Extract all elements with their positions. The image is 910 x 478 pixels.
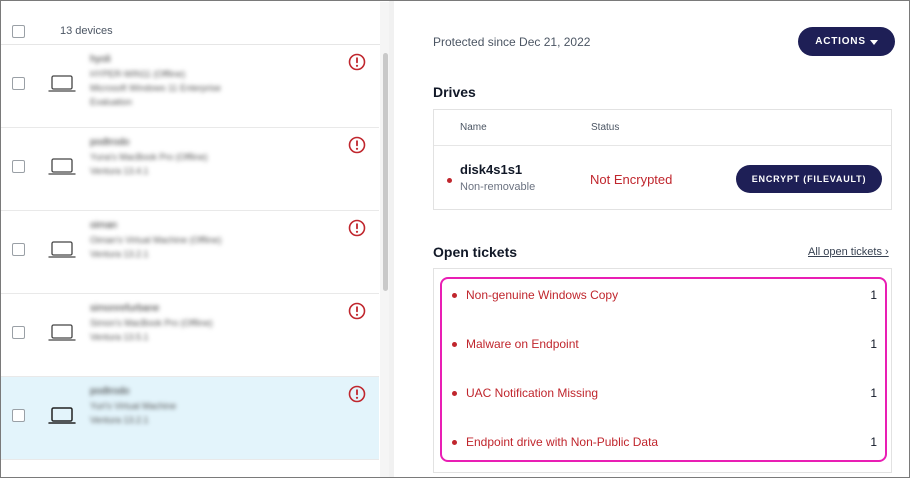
drives-col-status: Status: [591, 122, 620, 133]
alert-circle-icon[interactable]: [348, 302, 366, 320]
ticket-item[interactable]: UAC Notification Missing 1: [452, 384, 877, 404]
device-line1: HYPER-WIN11 (Offline): [90, 69, 186, 79]
alert-circle-icon[interactable]: [348, 53, 366, 71]
device-row[interactable]: podtrodo Yuna's MacBook Pro (Offline) Ve…: [1, 128, 379, 211]
device-row-checkbox[interactable]: [12, 326, 25, 339]
ticket-count: 1: [870, 288, 877, 302]
drive-type: Non-removable: [460, 181, 536, 193]
device-line2: Microsoft Windows 11 Enterprise: [90, 83, 221, 93]
device-name: podtrodo: [90, 386, 130, 397]
ticket-status-dot: [452, 293, 457, 298]
device-row-text: hyoli HYPER-WIN11 (Offline) Microsoft Wi…: [90, 53, 300, 109]
device-row-text: oiman Oiman's Virtual Machine (Offline) …: [90, 219, 300, 261]
ticket-status-dot: [452, 440, 457, 445]
device-row[interactable]: simonrefurbane Simon's MacBook Pro (Offl…: [1, 294, 379, 377]
device-name: podtrodo: [90, 137, 130, 148]
device-row[interactable]: oiman Oiman's Virtual Machine (Offline) …: [1, 211, 379, 294]
device-line2: Ventura 13.5.1: [90, 332, 149, 342]
ticket-label[interactable]: Malware on Endpoint: [466, 337, 579, 351]
device-list-header: 13 devices: [1, 1, 389, 45]
device-row[interactable]: hyoli HYPER-WIN11 (Offline) Microsoft Wi…: [1, 45, 379, 128]
ticket-count: 1: [870, 386, 877, 400]
encrypt-filevault-button[interactable]: ENCRYPT (FILEVAULT): [736, 165, 882, 193]
device-list-panel: 13 devices hyoli HYPER-WIN11 (Offline) M…: [1, 1, 389, 477]
drives-table: Name Status disk4s1s1 Non-removable Not …: [433, 109, 892, 210]
select-all-checkbox[interactable]: [12, 25, 25, 38]
device-line2: Ventura 13.4.1: [90, 166, 149, 176]
ticket-item[interactable]: Malware on Endpoint 1: [452, 335, 877, 355]
device-name: simonrefurbane: [90, 303, 160, 314]
device-row-text: podtrodo Yuri's Virtual Machine Ventura …: [90, 385, 300, 427]
ticket-label[interactable]: UAC Notification Missing: [466, 386, 598, 400]
alert-circle-icon[interactable]: [348, 385, 366, 403]
device-detail-panel: Protected since Dec 21, 2022 ACTIONS Dri…: [394, 1, 909, 477]
ticket-status-dot: [452, 391, 457, 396]
device-row-checkbox[interactable]: [12, 160, 25, 173]
caret-down-icon: [869, 39, 878, 45]
device-count: 13 devices: [60, 25, 113, 37]
device-line2: Ventura 13.2.1: [90, 249, 149, 259]
ticket-count: 1: [870, 337, 877, 351]
device-line2: Ventura 13.2.1: [90, 415, 149, 425]
device-name: hyoli: [90, 54, 111, 65]
all-open-tickets-link[interactable]: All open tickets ›: [808, 246, 889, 258]
actions-button-label: ACTIONS: [815, 36, 866, 47]
ticket-item[interactable]: Endpoint drive with Non-Public Data 1: [452, 433, 877, 453]
laptop-icon: [48, 407, 76, 424]
actions-button[interactable]: ACTIONS: [798, 27, 895, 56]
device-line1: Oiman's Virtual Machine (Offline): [90, 235, 222, 245]
drive-status-dot: [447, 178, 452, 183]
device-row-selected[interactable]: podtrodo Yuri's Virtual Machine Ventura …: [1, 377, 379, 460]
device-row-text: podtrodo Yuna's MacBook Pro (Offline) Ve…: [90, 136, 300, 178]
ticket-count: 1: [870, 435, 877, 449]
device-row-checkbox[interactable]: [12, 77, 25, 90]
ticket-label[interactable]: Endpoint drive with Non-Public Data: [466, 435, 658, 449]
laptop-icon: [48, 241, 76, 258]
device-row-text: simonrefurbane Simon's MacBook Pro (Offl…: [90, 302, 300, 344]
ticket-item[interactable]: Non-genuine Windows Copy 1: [452, 286, 877, 306]
laptop-icon: [48, 158, 76, 175]
laptop-icon: [48, 75, 76, 92]
device-line1: Simon's MacBook Pro (Offline): [90, 318, 213, 328]
device-line1: Yuri's Virtual Machine: [90, 401, 177, 411]
laptop-icon: [48, 324, 76, 341]
device-row-checkbox[interactable]: [12, 243, 25, 256]
ticket-status-dot: [452, 342, 457, 347]
drive-encryption-status: Not Encrypted: [590, 172, 673, 187]
alert-circle-icon[interactable]: [348, 136, 366, 154]
alert-circle-icon[interactable]: [348, 219, 366, 237]
drives-title: Drives: [433, 84, 476, 100]
device-line3: Evaluation: [90, 97, 133, 107]
drives-table-header: Name Status: [434, 110, 891, 146]
drives-col-name: Name: [460, 122, 487, 133]
open-tickets-title: Open tickets: [433, 244, 518, 260]
device-line1: Yuna's MacBook Pro (Offline): [90, 152, 208, 162]
device-row-checkbox[interactable]: [12, 409, 25, 422]
device-name: oiman: [90, 220, 118, 231]
protected-since-text: Protected since Dec 21, 2022: [433, 35, 591, 49]
ticket-label[interactable]: Non-genuine Windows Copy: [466, 288, 618, 302]
drive-name: disk4s1s1: [460, 162, 523, 177]
device-list-scrollbar-thumb[interactable]: [383, 53, 388, 291]
